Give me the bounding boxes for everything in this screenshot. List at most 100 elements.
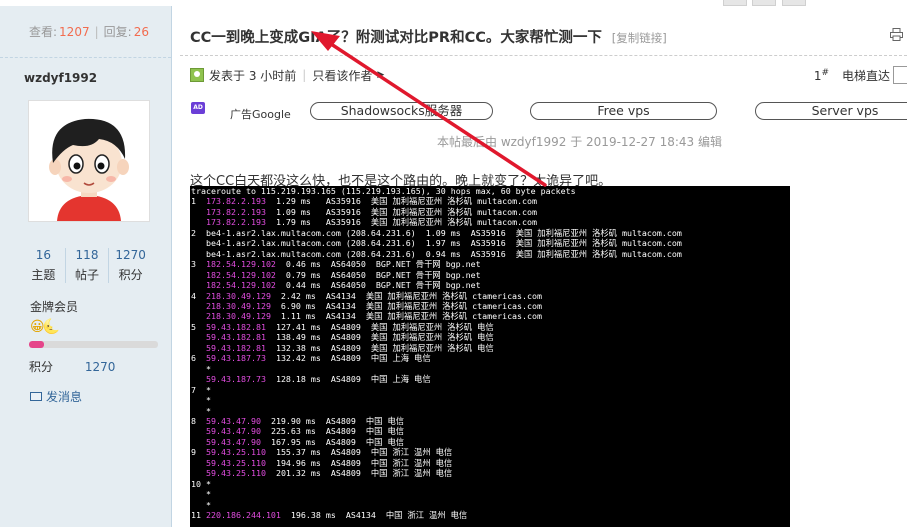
copy-link-button[interactable]: [复制链接] [612,31,667,45]
traceroute-screenshot: traceroute to 115.219.193.165 (115.219.1… [190,186,790,527]
hop-detail: * [206,499,211,510]
hop-number: 9 [191,447,206,458]
top-nav-button[interactable] [752,0,776,6]
user-rank[interactable]: 金牌会员 [30,298,78,315]
hop-detail: 138.49 ms AS4809 美国 加利福尼亚州 洛杉矶 电信 [265,332,494,343]
hop-number [191,468,206,478]
hop-ip: 218.30.49.129 [206,311,271,322]
user-stat-posts[interactable]: 118 帖子 [66,248,110,283]
terminal-line: 59.43.25.110 201.32 ms AS4809 中国 浙江 温州 电… [191,468,790,478]
floor-text: 1# [813,68,829,83]
terminal-line: 9 59.43.25.110 155.37 ms AS4809 中国 浙江 温州… [191,447,790,457]
hop-detail: 0.79 ms AS64050 BGP.NET 骨干网 bgp.net [275,269,481,280]
hop-detail: 6.90 ms AS4134 美国 加利福尼亚州 洛杉矶 ctamericas.… [270,300,543,311]
hop-number [191,406,206,416]
hop-number [191,458,206,468]
hop-detail: be4-1.asr2.lax.multacom.com (208.64.231.… [206,238,682,249]
hop-number [191,395,206,405]
hop-number: 7 [191,384,206,395]
title-divider [180,55,907,56]
hop-ip: 59.43.47.90 [206,426,261,437]
meta-separator: | [302,68,307,82]
hop-detail: 0.44 ms AS64050 BGP.NET 骨干网 bgp.net [275,280,481,291]
terminal-line: 8 59.43.47.90 219.90 ms AS4809 中国 电信 [191,416,790,426]
hop-ip: 59.43.47.90 [206,415,261,426]
hop-number [191,207,206,217]
stats-separator: | [94,24,99,39]
credit-row: 积分 1270 [29,358,115,375]
hop-number: 5 [191,321,206,332]
terminal-line: 2 be4-1.asr2.lax.multacom.com (208.64.23… [191,228,790,238]
hop-ip: 182.54.129.102 [206,259,276,270]
hop-ip: 59.43.25.110 [206,468,266,479]
hop-ip: 220.186.244.101 [206,510,281,521]
top-nav-button[interactable] [723,0,747,6]
ad-pill-free-vps[interactable]: Free vps [530,102,717,120]
author-username[interactable]: wzdyf1992 [0,58,171,98]
terminal-line: 218.30.49.129 1.11 ms AS4134 美国 加利福尼亚州 洛… [191,311,790,321]
thread-stats: 查看: 1207 | 回复: 26 [0,6,171,58]
top-nav-button[interactable] [782,0,806,6]
hop-detail: 167.95 ms AS4809 中国 电信 [260,436,405,447]
terminal-line: 173.82.2.193 1.09 ms AS35916 美国 加利福尼亚州 洛… [191,207,790,217]
hop-number [191,249,206,259]
stat-label: 主题 [31,268,56,282]
hop-ip: 59.43.25.110 [206,447,266,458]
ad-pill-server-vps[interactable]: Server vps [755,102,907,120]
caret-right-icon[interactable]: ▶ [377,70,384,80]
avatar[interactable] [28,100,150,222]
rank-progress-fill [29,341,45,348]
author-only-link[interactable]: 只看该作者 [312,67,372,84]
hop-detail: 128.18 ms AS4809 中国 上海 电信 [265,374,431,385]
hop-number [191,238,206,248]
hop-detail: be4-1.asr2.lax.multacom.com (208.64.231.… [206,227,682,238]
hop-number [191,500,206,510]
hop-number: 4 [191,290,206,301]
hop-detail: * [206,478,211,489]
hop-detail: 0.46 ms AS64050 BGP.NET 骨干网 bgp.net [275,259,481,270]
terminal-line: 59.43.47.90 167.95 ms AS4809 中国 电信 [191,437,790,447]
terminal-line: 59.43.187.73 128.18 ms AS4809 中国 上海 电信 [191,374,790,384]
hop-number [191,426,206,436]
posted-time: 发表于 3 小时前 [209,68,297,83]
terminal-line: be4-1.asr2.lax.multacom.com (208.64.231.… [191,249,790,259]
hop-number: 6 [191,353,206,364]
hop-detail: 219.90 ms AS4809 中国 电信 [260,415,405,426]
goto-floor-label: 电梯直达 [841,69,890,83]
send-message-label: 发消息 [46,390,83,404]
hop-detail: 1.09 ms AS35916 美国 加利福尼亚州 洛杉矶 multacom.c… [265,206,538,217]
terminal-line: * [191,395,790,405]
hop-number [191,311,206,321]
user-stat-credits[interactable]: 1270 积分 [109,248,152,283]
print-icon[interactable] [890,28,903,41]
goto-floor-input[interactable] [893,66,907,84]
hop-detail: be4-1.asr2.lax.multacom.com (208.64.231.… [206,248,682,259]
hop-number: 1 [191,196,206,207]
send-message-link[interactable]: 发消息 [30,388,82,405]
hop-detail: 1.11 ms AS4134 美国 加利福尼亚州 洛杉矶 ctamericas.… [270,311,543,322]
hop-number [191,301,206,311]
ad-label[interactable]: 广告Google [230,106,291,122]
page-title: CC一到晚上变成GIA了？附测试对比PR和CC。大家帮忙测一下 [190,30,602,46]
hop-ip: 59.43.47.90 [206,436,261,447]
hop-detail: * [206,489,211,500]
user-stat-threads[interactable]: 16 主题 [22,248,66,283]
terminal-line: * [191,489,790,499]
hop-ip: 59.43.182.81 [206,332,266,343]
hop-number: 10 [191,478,206,489]
hop-detail: * [206,384,211,395]
avatar-image [29,101,149,221]
hop-ip: 59.43.187.73 [206,353,266,364]
terminal-line: 218.30.49.129 6.90 ms AS4134 美国 加利福尼亚州 洛… [191,301,790,311]
edit-note: 本帖最后由 wzdyf1992 于 2019-12-27 18:43 编辑 [437,135,722,149]
stat-label: 帖子 [75,268,100,282]
hop-detail: 132.42 ms AS4809 中国 上海 电信 [265,353,431,364]
terminal-line: 59.43.47.90 225.63 ms AS4809 中国 电信 [191,426,790,436]
terminal-lines: traceroute to 115.219.193.165 (115.219.1… [191,186,790,521]
terminal-line: 59.43.182.81 138.49 ms AS4809 美国 加利福尼亚州 … [191,332,790,342]
hop-detail: * [206,395,211,406]
ad-pill-shadowsocks[interactable]: Shadowsocks服务器 [310,102,493,120]
hop-detail: 1.79 ms AS35916 美国 加利福尼亚州 洛杉矶 multacom.c… [265,217,538,228]
hop-number: 3 [191,259,206,270]
terminal-line: be4-1.asr2.lax.multacom.com (208.64.231.… [191,238,790,248]
